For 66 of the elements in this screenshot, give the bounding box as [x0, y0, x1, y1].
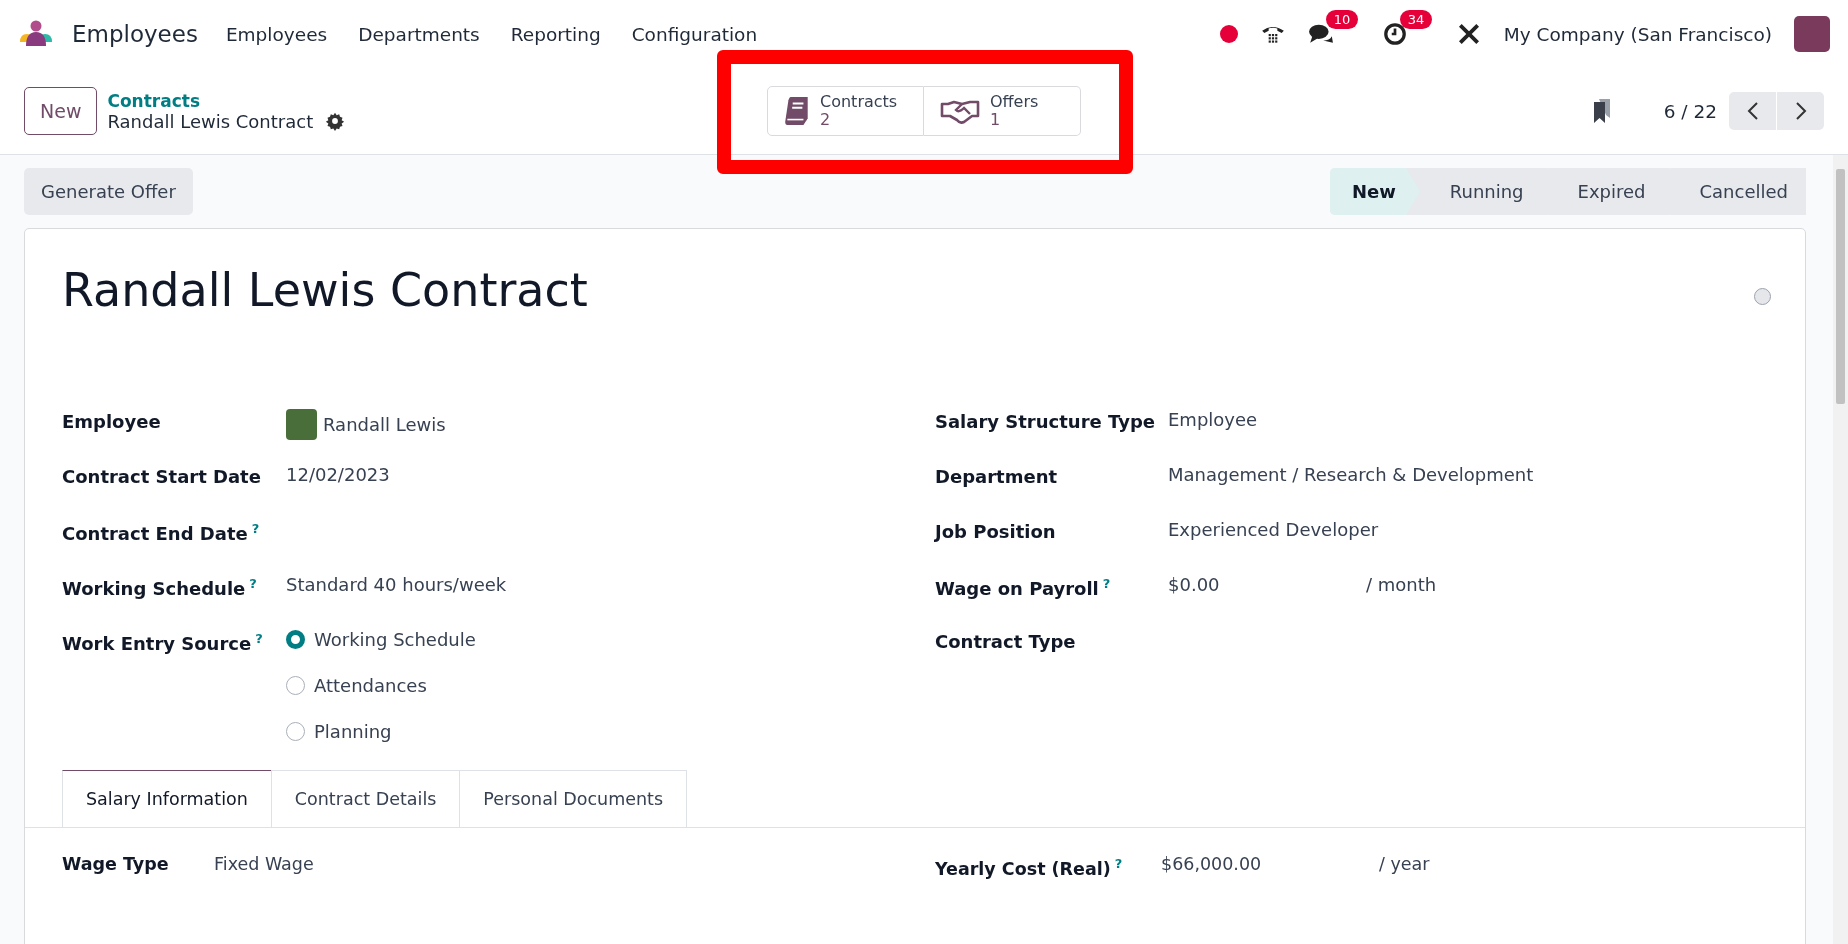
clock-icon[interactable]	[1381, 21, 1408, 47]
help-tooltip[interactable]: ?	[1102, 576, 1111, 591]
field-value: Fixed Wage	[214, 854, 314, 874]
field-label: Working Schedule	[62, 578, 246, 599]
breadcrumb-link[interactable]: Contracts	[107, 90, 346, 111]
scrollbar[interactable]	[1833, 155, 1848, 944]
menu-item[interactable]: Reporting	[510, 23, 601, 45]
radio-button[interactable]	[286, 676, 305, 695]
smart-button[interactable]: Contracts 2	[767, 86, 924, 136]
menu-item[interactable]: Employees	[225, 23, 328, 45]
field-label: Work Entry Source	[62, 633, 252, 654]
help-tooltip[interactable]: ?	[1114, 856, 1123, 871]
field-label: Yearly Cost (Real)	[935, 858, 1111, 879]
help-tooltip[interactable]: ?	[255, 631, 263, 646]
notification-badge: 34	[1399, 10, 1433, 29]
settings-icon[interactable]	[325, 111, 346, 131]
menu-item[interactable]: Departments	[358, 23, 480, 45]
previous-button[interactable]	[1729, 92, 1776, 130]
field-value: $66,000.00	[1161, 854, 1263, 874]
unit-label: / month	[1366, 574, 1437, 595]
handshake-icon	[940, 98, 980, 124]
field-value[interactable]: Randall Lewis	[323, 414, 446, 435]
status-stage[interactable]: New	[1329, 168, 1420, 215]
recording-dot-icon[interactable]	[1219, 25, 1238, 43]
record-name: Randall Lewis Contract	[107, 110, 314, 132]
radio-label[interactable]: Attendances	[314, 675, 427, 696]
chevron-right-icon	[1794, 101, 1807, 121]
notification-badge: 10	[1325, 10, 1359, 29]
book-icon	[784, 96, 810, 126]
notebook-tab[interactable]: Personal Documents	[459, 770, 688, 827]
radio-label[interactable]: Working Schedule	[314, 629, 476, 650]
field-value: 12/02/2023	[286, 464, 390, 485]
new-button[interactable]: New	[24, 87, 98, 135]
smart-button[interactable]: Offers 1	[924, 86, 1081, 136]
notebook-tab[interactable]: Salary Information	[62, 770, 272, 827]
field-label: Job Position	[935, 521, 1056, 542]
field-value: Standard 40 hours/week	[286, 574, 507, 595]
field-value: Employee	[1168, 409, 1258, 430]
app-logo-icon[interactable]	[18, 20, 54, 48]
field-label: Contract Start Date	[62, 466, 261, 487]
app-name[interactable]: Employees	[72, 21, 198, 47]
radio-button[interactable]	[286, 722, 305, 741]
field-label: Contract End Date	[62, 523, 248, 544]
chevron-left-icon	[1746, 101, 1759, 121]
unit-label: / year	[1379, 854, 1430, 874]
radio-label[interactable]: Planning	[314, 721, 392, 742]
field-label: Wage on Payroll	[935, 578, 1099, 599]
generate-offer-button[interactable]: Generate Offer	[24, 168, 193, 215]
field-value: Management / Research & Development	[1168, 464, 1534, 485]
field-label: Wage Type	[62, 854, 170, 874]
help-tooltip[interactable]: ?	[251, 521, 260, 536]
field-label: Employee	[62, 411, 161, 432]
pager-value[interactable]: 6 / 22	[1663, 100, 1717, 122]
field-label: Salary Structure Type	[935, 411, 1155, 432]
radio-button[interactable]	[286, 630, 305, 649]
field-label: Department	[935, 466, 1058, 487]
field-value: $0.00	[1168, 574, 1221, 595]
help-tooltip[interactable]: ?	[249, 576, 257, 591]
field-value: Experienced Developer	[1168, 519, 1379, 540]
bookmark-icon[interactable]	[1591, 98, 1612, 124]
photo-placeholder	[286, 409, 317, 440]
next-button[interactable]	[1777, 92, 1824, 130]
menu-item[interactable]: Configuration	[631, 23, 758, 45]
record-title: Randall Lewis Contract	[62, 263, 588, 317]
field-label: Contract Type	[935, 631, 1076, 652]
company-switcher[interactable]: My Company (San Francisco)	[1503, 23, 1772, 45]
